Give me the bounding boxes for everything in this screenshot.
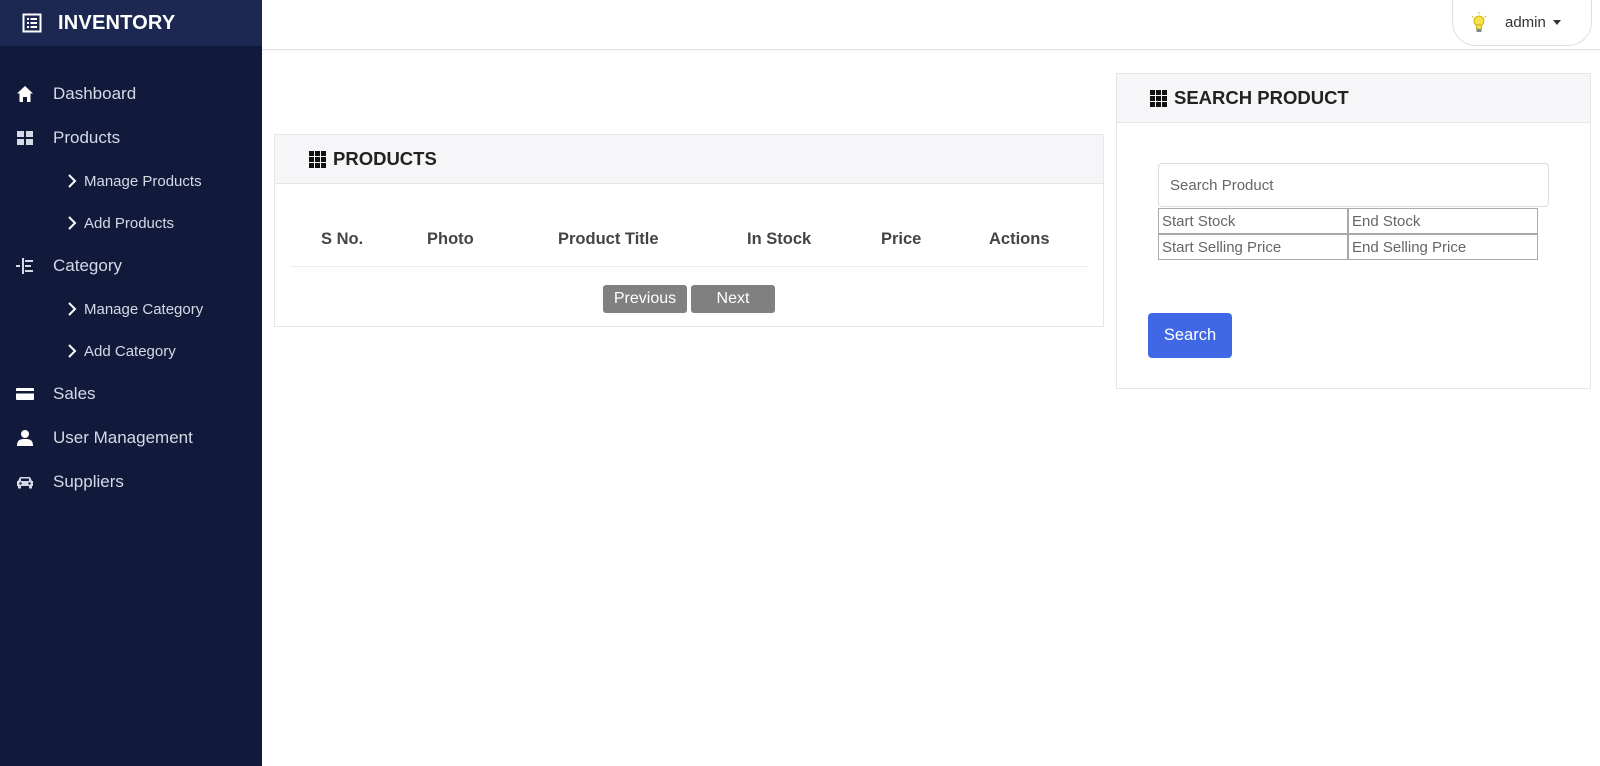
sidebar-item-label: Sales <box>53 384 96 403</box>
search-panel-header: SEARCH PRODUCT <box>1117 74 1590 123</box>
user-name: admin <box>1505 14 1546 31</box>
indent-icon <box>15 256 35 276</box>
column-header-in-stock[interactable]: In Stock <box>747 230 811 249</box>
brand[interactable]: INVENTORY <box>0 0 262 46</box>
products-panel-title: PRODUCTS <box>333 148 437 169</box>
home-icon <box>15 84 35 104</box>
sidebar-item-category[interactable]: Category <box>0 244 262 288</box>
sidebar-item-manage-products[interactable]: Manage Products <box>0 160 262 202</box>
column-header-product-title[interactable]: Product Title <box>558 230 659 249</box>
brand-title: INVENTORY <box>58 11 176 34</box>
sidebar-item-label: Dashboard <box>53 84 137 103</box>
sidebar-nav: Dashboard Products Manage Products Add P… <box>0 72 262 504</box>
credit-card-icon <box>15 384 35 404</box>
car-icon <box>15 472 35 492</box>
top-bar: admin <box>262 0 1600 50</box>
sidebar-item-add-products[interactable]: Add Products <box>0 202 262 244</box>
column-header-price[interactable]: Price <box>881 230 921 249</box>
column-header-photo[interactable]: Photo <box>427 230 474 249</box>
user-menu-button[interactable]: admin <box>1452 0 1592 46</box>
sidebar-item-label: Add Products <box>84 214 175 232</box>
sidebar-item-products[interactable]: Products <box>0 116 262 160</box>
sidebar-item-label: Category <box>53 256 122 275</box>
chevron-right-icon <box>68 174 77 188</box>
user-icon <box>15 428 35 448</box>
grid-icon <box>15 128 35 148</box>
search-product-panel: SEARCH PRODUCT Search <box>1116 73 1591 389</box>
caret-down-icon <box>1552 20 1561 25</box>
sidebar-item-sales[interactable]: Sales <box>0 372 262 416</box>
sidebar-item-label: Suppliers <box>53 472 124 491</box>
start-selling-price-input[interactable] <box>1158 234 1348 260</box>
lightbulb-icon <box>1471 11 1487 32</box>
table-header-row: S No. Photo Product Title In Stock Price… <box>290 230 1088 267</box>
end-stock-input[interactable] <box>1348 208 1538 234</box>
list-icon <box>22 13 42 33</box>
sidebar-item-label: Products <box>53 128 121 147</box>
chevron-right-icon <box>68 216 77 230</box>
search-button[interactable]: Search <box>1148 313 1232 358</box>
products-panel: PRODUCTS S No. Photo Product Title In St… <box>274 134 1104 327</box>
sidebar-item-label: User Management <box>53 428 193 447</box>
sidebar-item-suppliers[interactable]: Suppliers <box>0 460 262 504</box>
column-header-sno[interactable]: S No. <box>321 230 363 249</box>
products-panel-header: PRODUCTS <box>275 135 1103 184</box>
sidebar-item-label: Add Category <box>84 342 176 360</box>
next-button[interactable]: Next <box>691 285 775 313</box>
chevron-right-icon <box>68 344 77 358</box>
sidebar: INVENTORY Dashboard Products Manage Prod… <box>0 0 262 766</box>
sidebar-item-manage-category[interactable]: Manage Category <box>0 288 262 330</box>
sidebar-item-label: Manage Category <box>84 300 204 318</box>
sidebar-item-dashboard[interactable]: Dashboard <box>0 72 262 116</box>
search-product-input[interactable] <box>1158 163 1549 207</box>
start-stock-input[interactable] <box>1158 208 1348 234</box>
end-selling-price-input[interactable] <box>1348 234 1538 260</box>
chevron-right-icon <box>68 302 77 316</box>
pagination: Previous Next <box>275 285 1103 313</box>
column-header-actions[interactable]: Actions <box>989 230 1050 249</box>
grid-icon <box>309 150 326 168</box>
search-panel-title: SEARCH PRODUCT <box>1174 87 1349 108</box>
previous-button[interactable]: Previous <box>603 285 687 313</box>
grid-icon <box>1150 89 1167 107</box>
sidebar-item-add-category[interactable]: Add Category <box>0 330 262 372</box>
sidebar-item-label: Manage Products <box>84 172 202 190</box>
sidebar-item-user-management[interactable]: User Management <box>0 416 262 460</box>
